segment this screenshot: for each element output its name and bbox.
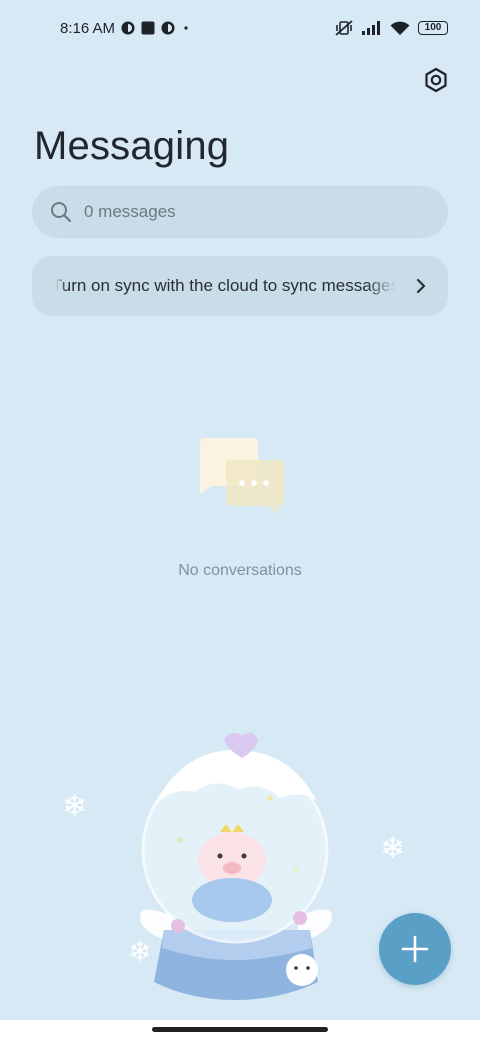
snow-globe-illustration xyxy=(139,732,333,1000)
settings-icon xyxy=(425,67,447,93)
app-notification-icon xyxy=(161,21,175,35)
cloud-sync-banner[interactable]: Turn on sync with the cloud to sync mess… xyxy=(32,256,448,316)
snowflake-icon: ❄ xyxy=(380,832,406,865)
new-conversation-button[interactable] xyxy=(379,913,451,985)
wifi-icon xyxy=(390,21,410,36)
home-indicator[interactable] xyxy=(152,1027,328,1032)
search-placeholder: 0 messages xyxy=(84,202,176,221)
status-right: 100 xyxy=(334,19,448,37)
dot-icon xyxy=(181,23,191,33)
sync-banner-text: Turn on sync with the cloud to sync mess… xyxy=(56,276,400,295)
app-notification-icon xyxy=(121,21,135,35)
sync-banner-text-wrap: Turn on sync with the cloud to sync mess… xyxy=(56,276,414,296)
chat-bubbles-icon xyxy=(200,438,284,514)
square-notification-icon xyxy=(141,21,155,35)
search-icon xyxy=(50,201,72,223)
status-bar: 8:16 AM 100 xyxy=(0,0,480,56)
empty-state-text: No conversations xyxy=(178,562,302,579)
search-bar[interactable]: 0 messages xyxy=(32,186,448,238)
mute-vibrate-icon xyxy=(334,19,354,37)
snowflake-icon: ❄ xyxy=(62,790,88,823)
page-title: Messaging xyxy=(34,124,230,168)
settings-button[interactable] xyxy=(422,66,450,94)
battery-indicator: 100 xyxy=(418,21,448,35)
status-time: 8:16 AM xyxy=(60,19,116,37)
status-left: 8:16 AM xyxy=(60,20,191,37)
plus-icon xyxy=(401,935,429,963)
chevron-right-icon xyxy=(414,277,428,295)
signal-icon xyxy=(362,21,382,35)
